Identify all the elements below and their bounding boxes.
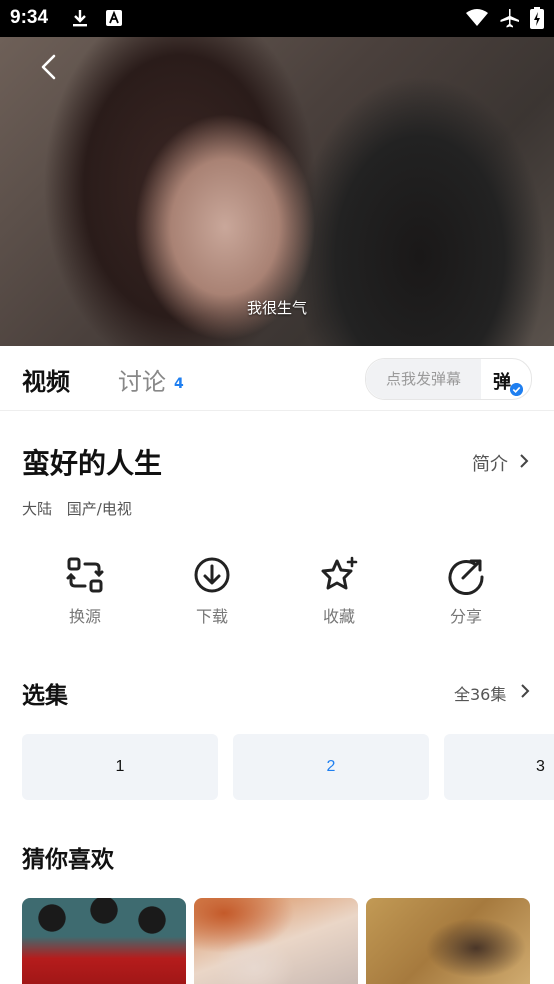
- chevron-right-icon[interactable]: [517, 452, 531, 470]
- meta-category: 国产/电视: [66, 500, 132, 518]
- danmu-input[interactable]: 点我发弹幕: [366, 359, 481, 399]
- discuss-count-badge: 4: [174, 376, 184, 392]
- tab-discuss[interactable]: 讨论: [118, 362, 166, 397]
- back-arrow-icon[interactable]: [34, 51, 66, 83]
- meta-region: 大陆: [22, 500, 53, 518]
- episode-item[interactable]: 1: [22, 734, 218, 800]
- danmu-box: 点我发弹幕 弹: [365, 358, 532, 400]
- danmu-check-icon: [510, 383, 523, 396]
- tab-bar: 视频 讨论 4 点我发弹幕 弹: [0, 346, 554, 411]
- recommend-list: [22, 898, 554, 984]
- share-button[interactable]: 分享: [426, 555, 506, 627]
- wifi-icon: [466, 9, 488, 26]
- star-icon: [321, 556, 358, 590]
- download-button[interactable]: 下载: [172, 555, 252, 627]
- recommend-poster[interactable]: [22, 898, 186, 984]
- episode-item[interactable]: 2: [233, 734, 429, 800]
- share-label: 分享: [449, 607, 482, 626]
- favorite-label: 收藏: [322, 607, 355, 626]
- battery-charging-icon: [530, 7, 544, 29]
- intro-link[interactable]: 简介: [472, 450, 508, 476]
- share-icon: [448, 559, 484, 595]
- danmu-toggle-button[interactable]: 弹: [493, 368, 511, 394]
- recommend-title: 猜你喜欢: [22, 847, 114, 873]
- switch-source-label: 换源: [68, 607, 101, 626]
- airplane-mode-icon: [500, 9, 519, 28]
- switch-source-icon: [66, 557, 104, 593]
- action-bar: 换源 下载 收藏 分享: [0, 555, 554, 635]
- video-subtitle: 我很生气: [246, 299, 307, 317]
- show-title: 蛮好的人生: [22, 447, 163, 480]
- download-icon: [194, 557, 230, 593]
- download-status-icon: [73, 10, 87, 27]
- status-time: 9:34: [10, 7, 49, 28]
- episode-item[interactable]: 3: [444, 734, 554, 800]
- status-bar: 9:34: [0, 0, 554, 37]
- app-notification-icon: [106, 10, 122, 26]
- download-label: 下载: [195, 607, 228, 626]
- episodes-title: 选集: [22, 683, 68, 709]
- tab-video[interactable]: 视频: [22, 362, 70, 397]
- recommend-poster[interactable]: [366, 898, 530, 984]
- video-player[interactable]: 我很生气: [0, 37, 554, 346]
- switch-source-button[interactable]: 换源: [45, 555, 125, 627]
- chevron-right-icon[interactable]: [519, 683, 531, 699]
- recommend-poster[interactable]: [194, 898, 358, 984]
- show-meta: 大陆 国产/电视: [22, 498, 142, 519]
- favorite-button[interactable]: 收藏: [299, 555, 379, 627]
- episode-list: 1 2 3: [22, 734, 554, 800]
- all-episodes-link[interactable]: 全36集: [454, 681, 506, 705]
